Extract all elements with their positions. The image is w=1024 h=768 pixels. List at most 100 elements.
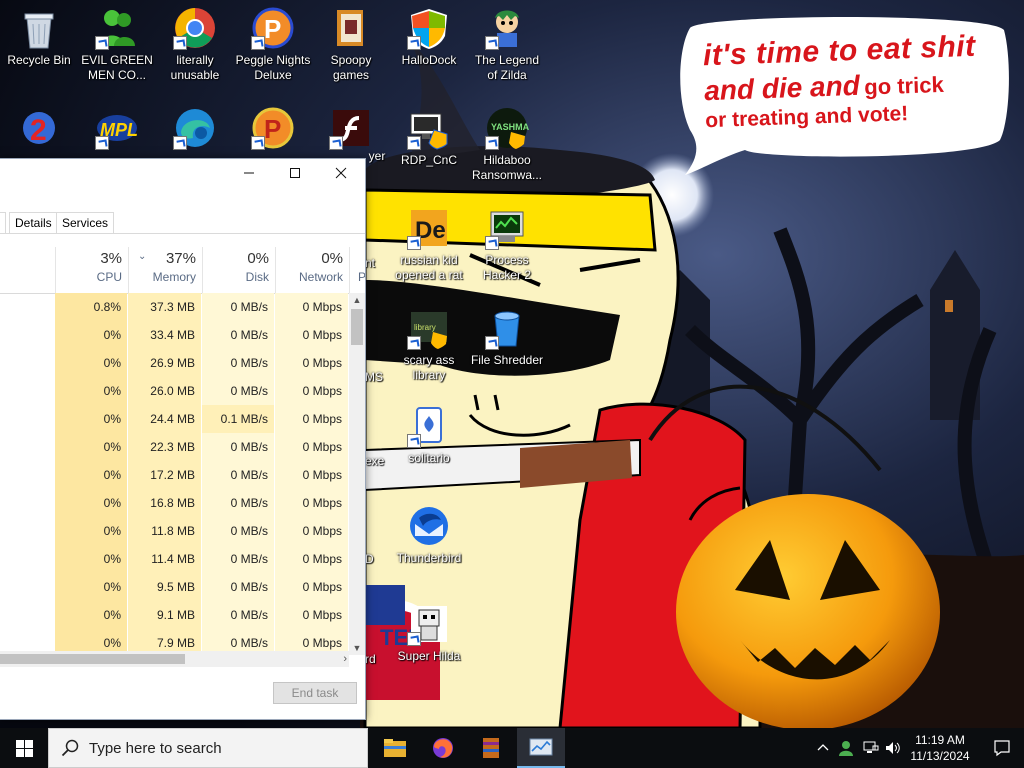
scroll-right-arrow[interactable]: ›: [343, 651, 347, 667]
speech-line-2a: and die and: [703, 69, 861, 107]
task-manager-icon: [529, 738, 553, 756]
process-row[interactable]: 0% 7.9 MB 0 MB/s 0 Mbps: [0, 629, 349, 653]
network-cell: 0 Mbps: [275, 461, 348, 489]
column-header-disk[interactable]: 0% Disk: [202, 247, 275, 293]
desktop-icon-2-app[interactable]: 2: [1, 106, 77, 153]
system-clock[interactable]: 11:19 AM 11/13/2024: [904, 732, 976, 764]
network-icon[interactable]: [863, 740, 879, 756]
column-header-row: 3% CPU ⌄ 37% Memory 0% Disk 0% Network P: [0, 247, 365, 294]
end-task-button[interactable]: End task: [273, 682, 357, 704]
desktop-icon-thunderbird[interactable]: Thunderbird: [391, 504, 467, 566]
network-cell: 0 Mbps: [275, 517, 348, 545]
column-header-power[interactable]: P: [349, 247, 365, 293]
show-hidden-icons-button[interactable]: [815, 740, 831, 756]
taskbar-firefox[interactable]: [419, 728, 467, 768]
process-row[interactable]: 0% 33.4 MB 0 MB/s 0 Mbps: [0, 321, 349, 349]
memory-cell: 17.2 MB: [128, 461, 201, 489]
desktop-icon-peggle-nights[interactable]: P Peggle Nights Deluxe: [235, 6, 311, 83]
user-status-icon[interactable]: [838, 740, 854, 756]
network-cell: 0 Mbps: [275, 601, 348, 629]
windows-logo-icon: [15, 739, 33, 757]
network-cell: 0 Mbps: [275, 377, 348, 405]
disk-cell: 0 MB/s: [202, 293, 274, 321]
desktop-icon-solitario[interactable]: solitario: [391, 404, 467, 466]
desktop-icon-process-hacker[interactable]: Process Hacker 2: [469, 206, 545, 283]
tab-edge[interactable]: [0, 212, 6, 233]
desktop-icon-rdp-cnc[interactable]: RDP_CnC: [391, 106, 467, 168]
desktop-icon-peggle[interactable]: P: [235, 106, 311, 153]
taskbar-file-explorer[interactable]: [371, 728, 419, 768]
desktop-icon-super-hilda[interactable]: Super Hilda: [391, 602, 467, 664]
desktop-icon-recycle-bin[interactable]: Recycle Bin: [1, 6, 77, 68]
desktop-icon-file-shredder[interactable]: File Shredder: [469, 306, 545, 368]
search-box[interactable]: Type here to search: [48, 728, 368, 768]
winrar-icon: [483, 738, 499, 758]
taskbar-winrar[interactable]: [467, 728, 515, 768]
process-row[interactable]: 0% 24.4 MB 0.1 MB/s 0 Mbps: [0, 405, 349, 433]
network-cell: 0 Mbps: [275, 293, 348, 321]
column-header-network[interactable]: 0% Network: [275, 247, 349, 293]
scroll-down-arrow[interactable]: ▼: [349, 641, 365, 655]
title-bar[interactable]: [0, 159, 365, 187]
recycle-bin-icon: [17, 6, 61, 50]
desktop-icon-hildaboo-ransomware[interactable]: YASHMA Hildaboo Ransomwa...: [469, 106, 545, 183]
desktop-icon-evil-green-men[interactable]: EVIL GREEN MEN CO...: [79, 6, 155, 83]
maximize-button[interactable]: [272, 159, 318, 187]
disk-cell: 0 MB/s: [202, 377, 274, 405]
desktop-icon-scary-ass-library[interactable]: library scary ass library: [391, 306, 467, 383]
desktop-icon-label: literally unusable: [170, 53, 220, 82]
yashma-icon: YASHMA: [485, 106, 529, 150]
desktop-icon-russian-kid[interactable]: De russian kid opened a rat: [391, 206, 467, 283]
horizontal-scrollbar-thumb[interactable]: [0, 654, 185, 664]
process-row[interactable]: 0% 9.1 MB 0 MB/s 0 Mbps: [0, 601, 349, 629]
memory-cell: 24.4 MB: [128, 405, 201, 433]
process-row[interactable]: 0% 22.3 MB 0 MB/s 0 Mbps: [0, 433, 349, 461]
network-cell: 0 Mbps: [275, 573, 348, 601]
desktop-icon-partial-4[interactable]: exe: [365, 454, 387, 469]
volume-icon[interactable]: [885, 740, 901, 756]
column-header-memory[interactable]: ⌄ 37% Memory: [128, 247, 202, 293]
desktop-icon-partial-5[interactable]: D: [365, 552, 385, 567]
desktop-icon-spoopy-games[interactable]: Spoopy games: [313, 6, 389, 83]
horizontal-scrollbar[interactable]: ›: [0, 651, 349, 667]
scroll-up-arrow[interactable]: ▲: [349, 293, 365, 307]
de-app-icon: De: [407, 206, 451, 250]
scrollbar-thumb[interactable]: [351, 309, 363, 345]
task-manager-window[interactable]: Details Services 3% CPU ⌄ 37% Memory 0% …: [0, 158, 366, 720]
memory-cell: 11.4 MB: [128, 545, 201, 573]
desktop-icon-partial-6[interactable]: rd: [365, 652, 385, 667]
process-row[interactable]: 0.8% 37.3 MB 0 MB/s 0 Mbps: [0, 293, 349, 321]
process-row[interactable]: 0% 16.8 MB 0 MB/s 0 Mbps: [0, 489, 349, 517]
tab-details[interactable]: Details: [9, 212, 58, 233]
vertical-scrollbar[interactable]: ▲ ▼: [349, 293, 365, 655]
process-row[interactable]: 0% 11.8 MB 0 MB/s 0 Mbps: [0, 517, 349, 545]
minimize-icon: [244, 172, 254, 174]
start-button[interactable]: [0, 728, 48, 768]
process-row[interactable]: 0% 17.2 MB 0 MB/s 0 Mbps: [0, 461, 349, 489]
tab-services[interactable]: Services: [56, 212, 115, 233]
notifications-button[interactable]: [980, 728, 1024, 768]
column-header-cpu[interactable]: 3% CPU: [55, 247, 128, 293]
desktop-icon-partial-2[interactable]: nt: [365, 256, 385, 271]
desktop-icon-label: The Legend of Zilda: [474, 53, 540, 82]
desktop-icon-flash-player[interactable]: yer: [313, 106, 389, 164]
desktop-icon-partial-3[interactable]: MS: [365, 370, 387, 385]
cpu-cell: 0%: [55, 321, 127, 349]
chrome-icon: [173, 6, 217, 50]
taskbar-task-manager[interactable]: [517, 728, 565, 768]
process-row[interactable]: 0% 9.5 MB 0 MB/s 0 Mbps: [0, 573, 349, 601]
desktop-icon-edge[interactable]: [157, 106, 233, 153]
disk-cell: 0 MB/s: [202, 321, 274, 349]
desktop-icon-legend-of-zilda[interactable]: The Legend of Zilda: [469, 6, 545, 83]
process-row[interactable]: 0% 11.4 MB 0 MB/s 0 Mbps: [0, 545, 349, 573]
network-cell: 0 Mbps: [275, 349, 348, 377]
desktop-icon-mpl[interactable]: MPL: [79, 106, 155, 153]
desktop-icon-literally-unusable[interactable]: literally unusable: [157, 6, 233, 83]
close-button[interactable]: [318, 159, 364, 187]
process-list[interactable]: 0.8% 37.3 MB 0 MB/s 0 Mbps 0% 33.4 MB 0 MB/s 0 …: [0, 293, 349, 653]
desktop-icon-hallodock[interactable]: HalloDock: [391, 6, 467, 68]
desktop-icon-label: EVIL GREEN MEN CO...: [81, 53, 153, 82]
process-row[interactable]: 0% 26.9 MB 0 MB/s 0 Mbps: [0, 349, 349, 377]
minimize-button[interactable]: [226, 159, 272, 187]
process-row[interactable]: 0% 26.0 MB 0 MB/s 0 Mbps: [0, 377, 349, 405]
